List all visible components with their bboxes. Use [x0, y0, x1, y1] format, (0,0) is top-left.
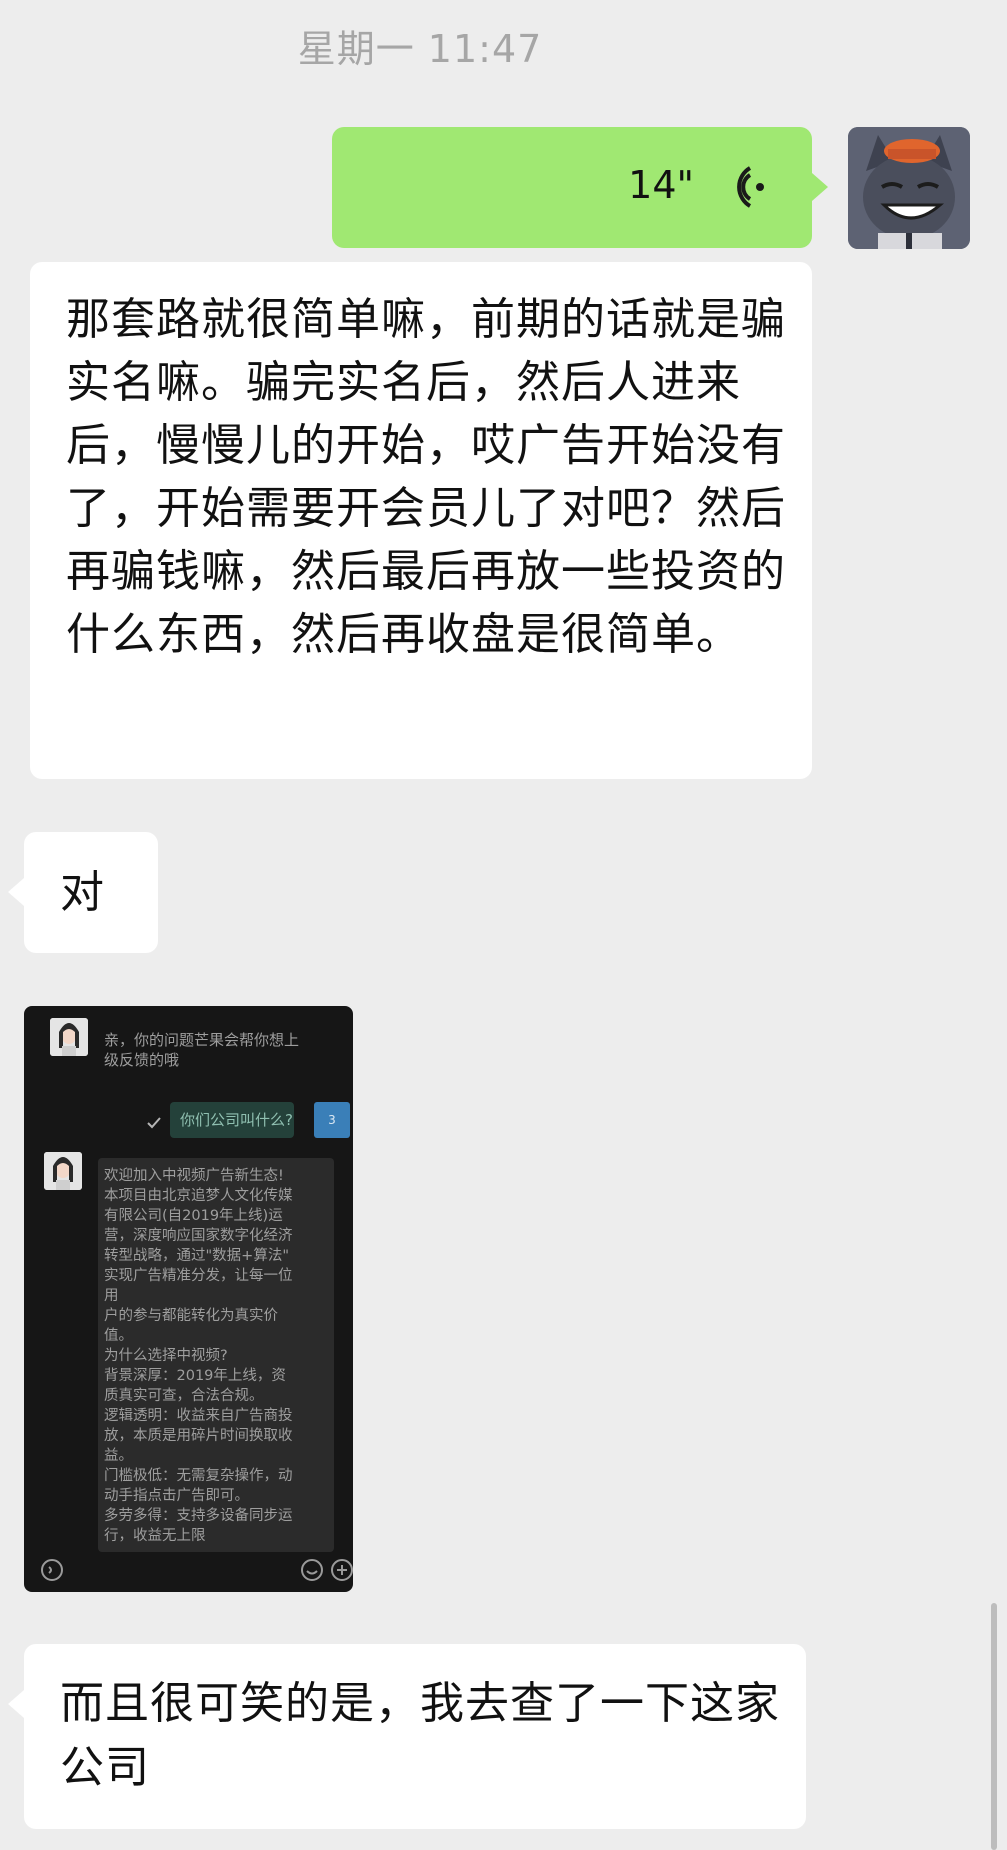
- scrollbar[interactable]: [991, 1603, 997, 1850]
- chat-timestamp: 星期一 11:47: [297, 27, 543, 71]
- screenshot-reply-line: 值。: [104, 1328, 133, 1344]
- screenshot-reply-line: 行，收益无上限: [104, 1528, 206, 1544]
- screenshot-reply-line: 有限公司(自2019年上线)运: [104, 1208, 283, 1224]
- screenshot-badge: 3: [314, 1102, 350, 1138]
- screenshot-reply-line: 背景深厚：2019年上线，资: [104, 1368, 286, 1384]
- avatar[interactable]: [848, 127, 970, 249]
- screenshot-reply-line: 动手指点击广告即可。: [104, 1488, 249, 1504]
- screenshot-image: 亲，你的问题芒果会帮你想上级反馈的哦 你们公司叫什么? 3 欢迎加入中视频广告新…: [24, 1006, 353, 1592]
- message-text: 而且很可笑的是，我去查了一下这家公司: [60, 1678, 780, 1793]
- bubble-tail: [812, 173, 828, 201]
- screenshot-reply-line: 益。: [104, 1448, 133, 1464]
- screenshot-question-bubble: 你们公司叫什么?: [170, 1102, 294, 1138]
- message-bubble[interactable]: 而且很可笑的是，我去查了一下这家公司: [24, 1644, 806, 1829]
- message-bubble[interactable]: 那套路就很简单嘛，前期的话就是骗实名嘛。骗完实名后，然后人进来后，慢慢儿的开始，…: [30, 262, 812, 779]
- screenshot-reply-line: 转型战略，通过"数据+算法": [104, 1248, 289, 1264]
- bubble-tail: [8, 878, 24, 906]
- screenshot-long-reply: 欢迎加入中视频广告新生态! 本项目由北京追梦人文化传媒 有限公司(自2019年上线)…: [104, 1166, 332, 1546]
- bubble-tail: [8, 1690, 24, 1718]
- screenshot-reply-line: 户的参与都能转化为真实价: [104, 1308, 278, 1324]
- screenshot-reply-line: 本项目由北京追梦人文化传媒: [104, 1188, 293, 1204]
- screenshot-reply-line: 质真实可查，合法合规。: [104, 1388, 264, 1404]
- screenshot-reply-line: 为什么选择中视频?: [104, 1348, 228, 1364]
- message-text: 那套路就很简单嘛，前期的话就是骗实名嘛。骗完实名后，然后人进来后，慢慢儿的开始，…: [66, 294, 786, 660]
- voice-duration: 14": [628, 163, 694, 207]
- screenshot-reply-line: 用: [104, 1288, 119, 1304]
- emoji-icon: [301, 1559, 323, 1581]
- screenshot-reply-line: 欢迎加入中视频广告新生态!: [104, 1168, 284, 1184]
- screenshot-reply-line: 逻辑透明：收益来自广告商投: [104, 1408, 293, 1424]
- message-bubble[interactable]: 对: [24, 832, 158, 953]
- voice-wave-icon: [728, 165, 768, 213]
- avatar: [50, 1018, 88, 1056]
- message-text: 对: [60, 867, 105, 918]
- voice-icon: [41, 1559, 63, 1581]
- screenshot-reply-line: 多劳多得：支持多设备同步运: [104, 1508, 293, 1524]
- screenshot-reply-line: 门槛极低：无需复杂操作，动: [104, 1468, 293, 1484]
- voice-message-bubble[interactable]: 14": [332, 127, 812, 248]
- screenshot-reply-text: 亲，你的问题芒果会帮你想上级反馈的哦: [104, 1031, 300, 1069]
- screenshot-reply-line: 实现广告精准分发，让每一位: [104, 1268, 293, 1284]
- screenshot-reply-line: 营，深度响应国家数字化经济: [104, 1228, 293, 1244]
- avatar: [44, 1152, 82, 1190]
- image-message[interactable]: 亲，你的问题芒果会帮你想上级反馈的哦 你们公司叫什么? 3 欢迎加入中视频广告新…: [24, 1006, 353, 1592]
- screenshot-reply-line: 放，本质是用碎片时间换取收: [104, 1428, 293, 1444]
- plus-icon: [331, 1559, 353, 1581]
- check-icon: [147, 1117, 161, 1129]
